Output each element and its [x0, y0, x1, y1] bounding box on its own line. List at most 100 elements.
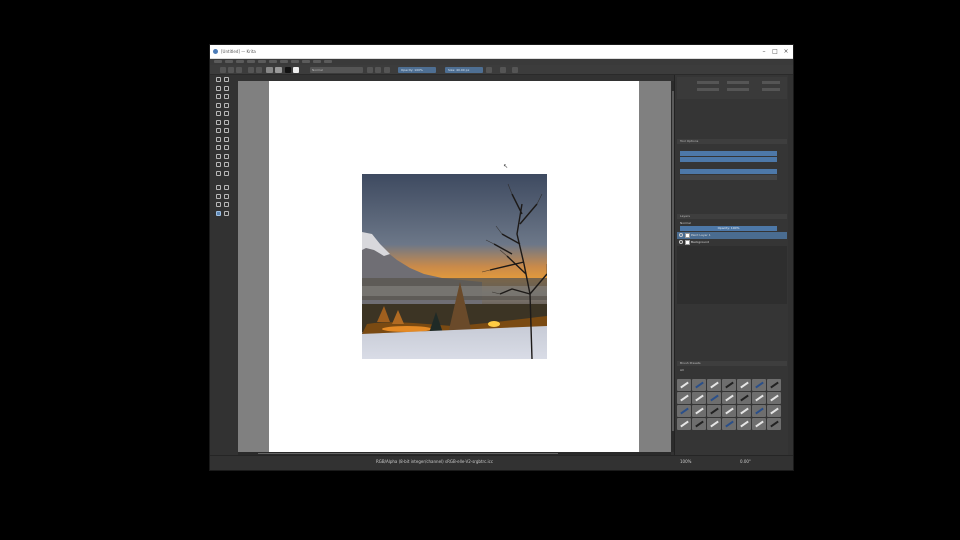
move-icon[interactable]	[216, 136, 221, 142]
measure-icon[interactable]	[216, 170, 221, 176]
menu-layer[interactable]	[258, 60, 266, 63]
reference-icon[interactable]	[224, 170, 229, 176]
cursor-icon[interactable]	[216, 77, 221, 82]
menu-tools[interactable]	[291, 60, 299, 63]
ellipse-icon[interactable]	[224, 102, 229, 108]
menu-select[interactable]	[269, 60, 277, 63]
pattern-swatch[interactable]	[266, 67, 273, 73]
brush-preset[interactable]	[737, 418, 751, 430]
color-picker-icon[interactable]	[224, 153, 229, 159]
brush-preset[interactable]	[767, 418, 781, 430]
similar-select-icon[interactable]	[224, 202, 229, 207]
brush-preset[interactable]	[767, 405, 781, 417]
document-page[interactable]: ↖	[269, 81, 639, 452]
brush-preset[interactable]	[692, 405, 706, 417]
brush-preset[interactable]	[692, 418, 706, 430]
redo-icon[interactable]	[256, 67, 262, 73]
opacity-slider[interactable]: Opacity: 100%	[398, 67, 436, 73]
line-icon[interactable]	[224, 94, 229, 99]
zoom-slider-4[interactable]	[680, 175, 777, 180]
menu-window[interactable]	[313, 60, 321, 63]
undo-icon[interactable]	[248, 67, 254, 73]
brush-preset[interactable]	[677, 392, 691, 404]
menu-help[interactable]	[324, 60, 332, 63]
blending-mode-select[interactable]: Normal	[680, 221, 691, 225]
brush-preset[interactable]	[722, 392, 736, 404]
contiguous-select-icon[interactable]	[216, 202, 221, 207]
freehand-path-icon[interactable]	[224, 119, 229, 125]
calligraphy-icon[interactable]	[216, 128, 221, 133]
brush-preset[interactable]	[752, 379, 766, 391]
ellipse-select-icon[interactable]	[224, 185, 229, 190]
canvas-area[interactable]: ↖	[238, 81, 671, 452]
perspective-icon[interactable]	[216, 145, 221, 150]
zoom-slider-2[interactable]	[680, 157, 777, 162]
brush-preset[interactable]	[752, 392, 766, 404]
outline-select-icon[interactable]	[224, 193, 229, 199]
brush-preset[interactable]	[707, 418, 721, 430]
menu-image[interactable]	[247, 60, 255, 63]
assistant-icon[interactable]	[224, 162, 229, 167]
mirror-horizontal-icon[interactable]	[486, 67, 492, 73]
visibility-eye-icon[interactable]	[679, 240, 683, 244]
layer-opacity-slider[interactable]: Opacity: 100%	[680, 226, 777, 231]
brush-preset[interactable]	[767, 379, 781, 391]
brush-preset[interactable]	[707, 405, 721, 417]
menu-filter[interactable]	[280, 60, 288, 63]
brush-preset[interactable]	[692, 379, 706, 391]
color-selector[interactable]	[677, 77, 787, 99]
zoom-slider-3[interactable]	[680, 169, 777, 174]
size-slider[interactable]: Size: 40.00 px	[445, 67, 483, 73]
pencil-icon[interactable]	[216, 94, 221, 99]
menu-edit[interactable]	[225, 60, 233, 63]
brush-preset[interactable]	[677, 418, 691, 430]
brush-tag-select[interactable]: All	[680, 368, 684, 372]
preserve-alpha-icon[interactable]	[375, 67, 381, 73]
mirror-vertical-icon[interactable]	[500, 67, 506, 73]
menu-file[interactable]	[214, 60, 222, 63]
minimize-button[interactable]: –	[760, 48, 768, 56]
close-button[interactable]: ×	[782, 48, 790, 56]
gradient-swatch[interactable]	[275, 67, 282, 73]
crop-icon[interactable]	[216, 85, 221, 91]
poly-select-icon[interactable]	[216, 193, 221, 199]
layer-row[interactable]: Background	[677, 239, 787, 246]
brush-preset[interactable]	[722, 405, 736, 417]
brush-preset[interactable]	[752, 418, 766, 430]
brush-preset[interactable]	[737, 392, 751, 404]
brush-preset[interactable]	[707, 392, 721, 404]
maximize-button[interactable]: □	[771, 48, 779, 56]
rotation-level[interactable]: 0.00°	[740, 456, 751, 467]
brush-preset[interactable]	[722, 418, 736, 430]
grid-icon[interactable]	[224, 136, 229, 142]
fill-icon[interactable]	[224, 145, 229, 150]
blend-mode-select[interactable]: Normal	[310, 67, 363, 73]
open-document-icon[interactable]	[228, 67, 234, 73]
save-icon[interactable]	[236, 67, 242, 73]
brush-preset[interactable]	[737, 405, 751, 417]
menu-view[interactable]	[236, 60, 244, 63]
bezier-icon[interactable]	[216, 119, 221, 125]
layer-row[interactable]: Paint Layer 1	[677, 232, 787, 239]
zoom-slider-1[interactable]	[680, 151, 777, 156]
eraser-mode-icon[interactable]	[367, 67, 373, 73]
gradient-icon[interactable]	[216, 153, 221, 159]
brush-preset[interactable]	[677, 379, 691, 391]
brush-icon[interactable]	[224, 85, 229, 91]
foreground-color-swatch[interactable]	[285, 67, 291, 73]
brush-preset[interactable]	[692, 392, 706, 404]
pan-icon[interactable]	[224, 210, 229, 216]
new-document-icon[interactable]	[220, 67, 226, 73]
brush-preset[interactable]	[707, 379, 721, 391]
brush-preset[interactable]	[737, 379, 751, 391]
polyline-icon[interactable]	[224, 111, 229, 116]
smart-patch-icon[interactable]	[216, 162, 221, 167]
rect-select-icon[interactable]	[216, 185, 221, 190]
brush-preset[interactable]	[767, 392, 781, 404]
wrap-around-icon[interactable]	[512, 67, 518, 73]
zoom-level[interactable]: 100%	[680, 456, 691, 467]
text-icon[interactable]	[224, 77, 229, 82]
menu-settings[interactable]	[302, 60, 310, 63]
transform-icon[interactable]	[224, 128, 229, 133]
background-color-swatch[interactable]	[293, 67, 299, 73]
